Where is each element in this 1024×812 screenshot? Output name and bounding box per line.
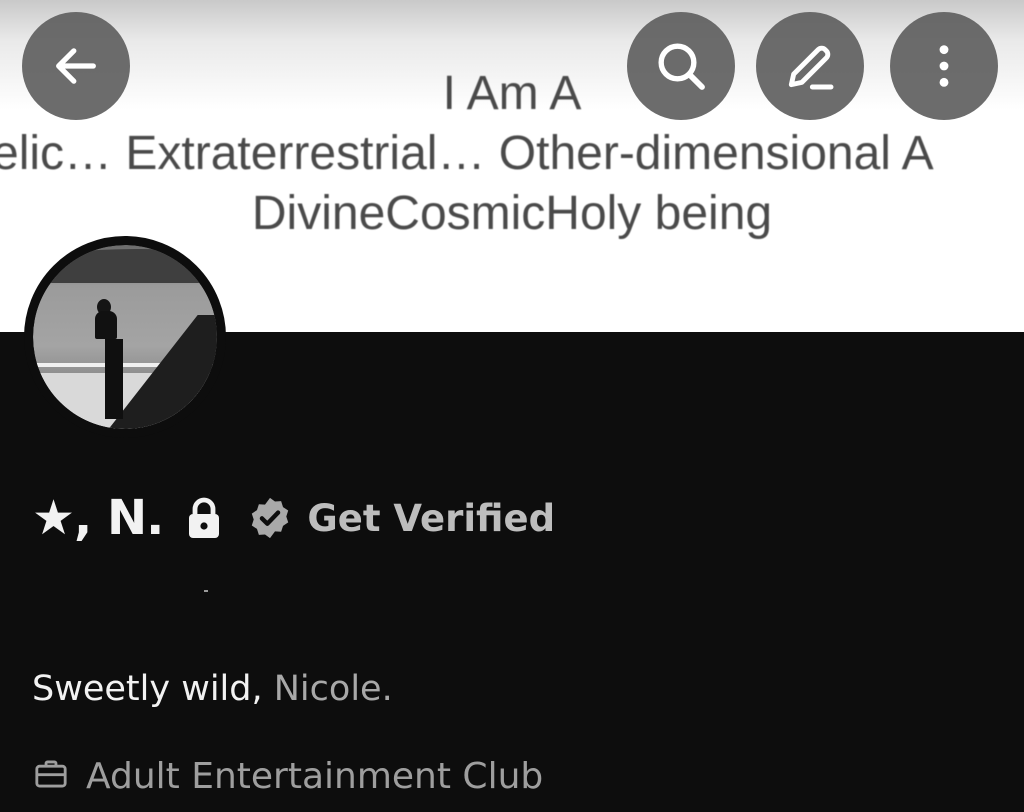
- profile-avatar[interactable]: [24, 236, 226, 438]
- briefcase-icon: [34, 759, 68, 794]
- more-options-button[interactable]: [890, 12, 998, 120]
- profile-bio: Sweetly wild, Nicole.: [32, 669, 393, 709]
- back-button[interactable]: [22, 12, 130, 120]
- search-button[interactable]: [627, 12, 735, 120]
- category-label: Adult Entertainment Club: [86, 756, 544, 797]
- username-handle: [204, 590, 208, 592]
- get-verified-link[interactable]: Get Verified: [307, 497, 555, 540]
- more-vertical-icon: [939, 45, 949, 87]
- display-name: ★, N.: [32, 490, 164, 546]
- edit-profile-button[interactable]: [756, 12, 864, 120]
- profile-name-row: ★, N. Get Verified: [32, 486, 555, 550]
- profile-page: I Am A elic… Extraterrestrial… Other-dim…: [0, 0, 1024, 812]
- lock-icon: [185, 496, 223, 540]
- search-icon: [658, 43, 705, 90]
- banner-line-1: I Am A: [442, 67, 582, 120]
- profile-category: Adult Entertainment Club: [34, 756, 543, 797]
- bio-name: Nicole.: [262, 669, 393, 709]
- banner-line-3: DivineCosmicHoly being: [251, 187, 773, 240]
- banner-text: I Am A elic… Extraterrestrial… Other-dim…: [0, 64, 1024, 244]
- verified-badge-icon[interactable]: [247, 495, 293, 541]
- banner-line-2: elic… Extraterrestrial… Other-dimensiona…: [0, 127, 934, 180]
- arrow-left-icon: [56, 48, 96, 84]
- pencil-icon: [788, 45, 834, 90]
- bio-text: Sweetly wild,: [32, 669, 263, 709]
- avatar-photo: [33, 245, 217, 429]
